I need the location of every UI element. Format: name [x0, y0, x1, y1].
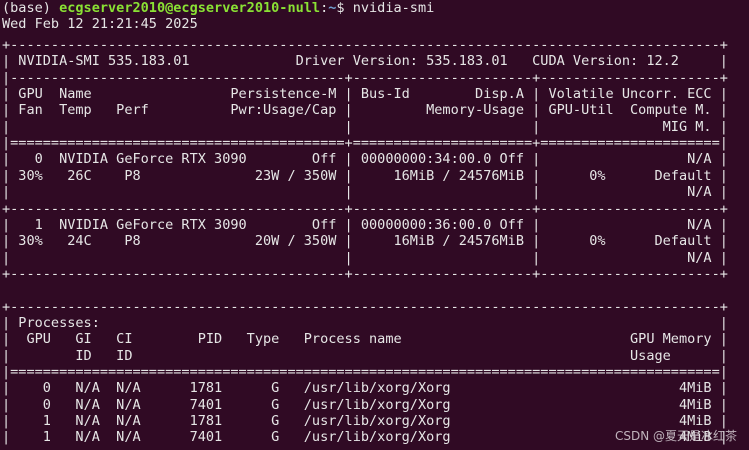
terminal-output-line: | 0 N/A N/A 1781 G /usr/lib/xorg/Xorg 4M…	[2, 380, 728, 397]
terminal-output-line: | ID ID Usage |	[2, 347, 728, 364]
terminal-output-line: +---------------------------------------…	[2, 37, 728, 53]
prompt-symbol: $	[336, 0, 353, 16]
terminal-output-line: | Processes: |	[2, 314, 728, 331]
terminal-output-line: +---------------------------------------…	[2, 265, 728, 282]
terminal-output-line: |=======================================…	[2, 364, 728, 380]
user-host: ecgserver2010@ecgserver2010-null	[59, 0, 321, 16]
terminal-output-line: | 30% 26C P8 23W / 350W | 16MiB / 24576M…	[2, 167, 728, 184]
terminal-output-line: +---------------------------------------…	[2, 298, 728, 315]
terminal-output-line: | | | N/A |	[2, 184, 728, 201]
terminal-output-line: | GPU GI CI PID Type Process name GPU Me…	[2, 331, 728, 348]
terminal-output-line: | 30% 24C P8 20W / 350W | 16MiB / 24576M…	[2, 233, 728, 250]
terminal-output-line: | | | N/A |	[2, 249, 728, 266]
watermark: CSDN @夏天是冰红茶	[614, 429, 737, 443]
terminal-output-line: |=======================================…	[2, 135, 728, 152]
terminal-output-line: | 0 NVIDIA GeForce RTX 3090 Off | 000000…	[2, 151, 728, 168]
terminal-window[interactable]: (base) ecgserver2010@ecgserver2010-null:…	[0, 0, 749, 450]
timestamp-line: Wed Feb 12 21:21:45 2025	[2, 16, 198, 32]
terminal-output-line: | NVIDIA-SMI 535.183.01 Driver Version: …	[2, 53, 728, 70]
command-text: nvidia-smi	[352, 0, 435, 16]
terminal-output-line: | | | MIG M. |	[2, 118, 728, 135]
terminal-output-line: |---------------------------------------…	[2, 69, 728, 86]
conda-env: (base)	[2, 0, 60, 16]
terminal-output-line: +---------------------------------------…	[2, 446, 728, 450]
terminal-output-line: | GPU Name Persistence-M | Bus-Id Disp.A…	[2, 86, 728, 103]
terminal-output-line: | 1 NVIDIA GeForce RTX 3090 Off | 000000…	[2, 216, 728, 233]
terminal-output-line: | Fan Temp Perf Pwr:Usage/Cap | Memory-U…	[2, 102, 728, 119]
prompt-line: (base) ecgserver2010@ecgserver2010-null:…	[2, 0, 434, 16]
terminal-output-line: | 0 N/A N/A 7401 G /usr/lib/xorg/Xorg 4M…	[2, 396, 728, 413]
terminal-output-line: +---------------------------------------…	[2, 200, 728, 217]
